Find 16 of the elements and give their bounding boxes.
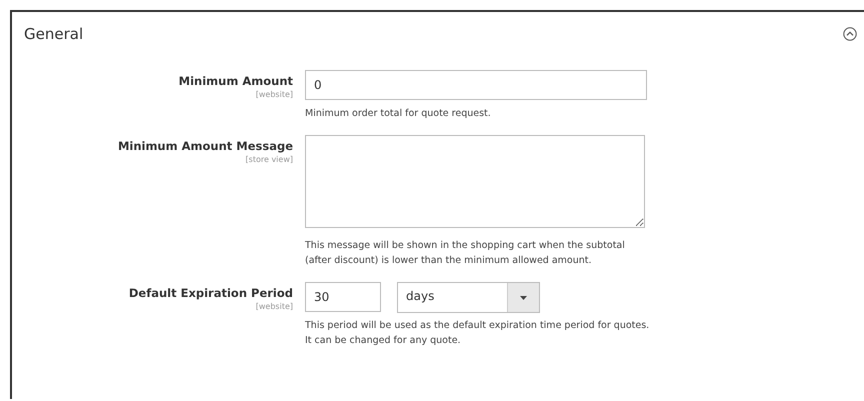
scope-label: [store view] [244, 155, 293, 164]
section-title: General [24, 25, 84, 43]
caret-icon [520, 296, 527, 300]
field-note: This message will be shown in the shopping cart when the subtotal (after discount) is lower than the minimum allowed amount. [305, 239, 626, 268]
field-note: This period will be used as the default expiration time period for quotes. It can be changed for any quote. [305, 319, 650, 348]
field-label: Default Expiration Period [128, 286, 293, 300]
scope-label: [website] [254, 90, 293, 99]
collapse-icon[interactable] [843, 27, 857, 41]
message-field[interactable] [305, 135, 645, 228]
unit-dropdown[interactable]: days [397, 282, 540, 313]
scope-label: [website] [254, 302, 293, 311]
text-field[interactable]: 0 [305, 70, 647, 100]
number-field[interactable]: 30 [305, 282, 381, 312]
field-note: Minimum order total for quote request. [305, 107, 492, 121]
field-label: Minimum Amount [178, 74, 293, 88]
field-label: Minimum Amount Message [116, 139, 293, 153]
